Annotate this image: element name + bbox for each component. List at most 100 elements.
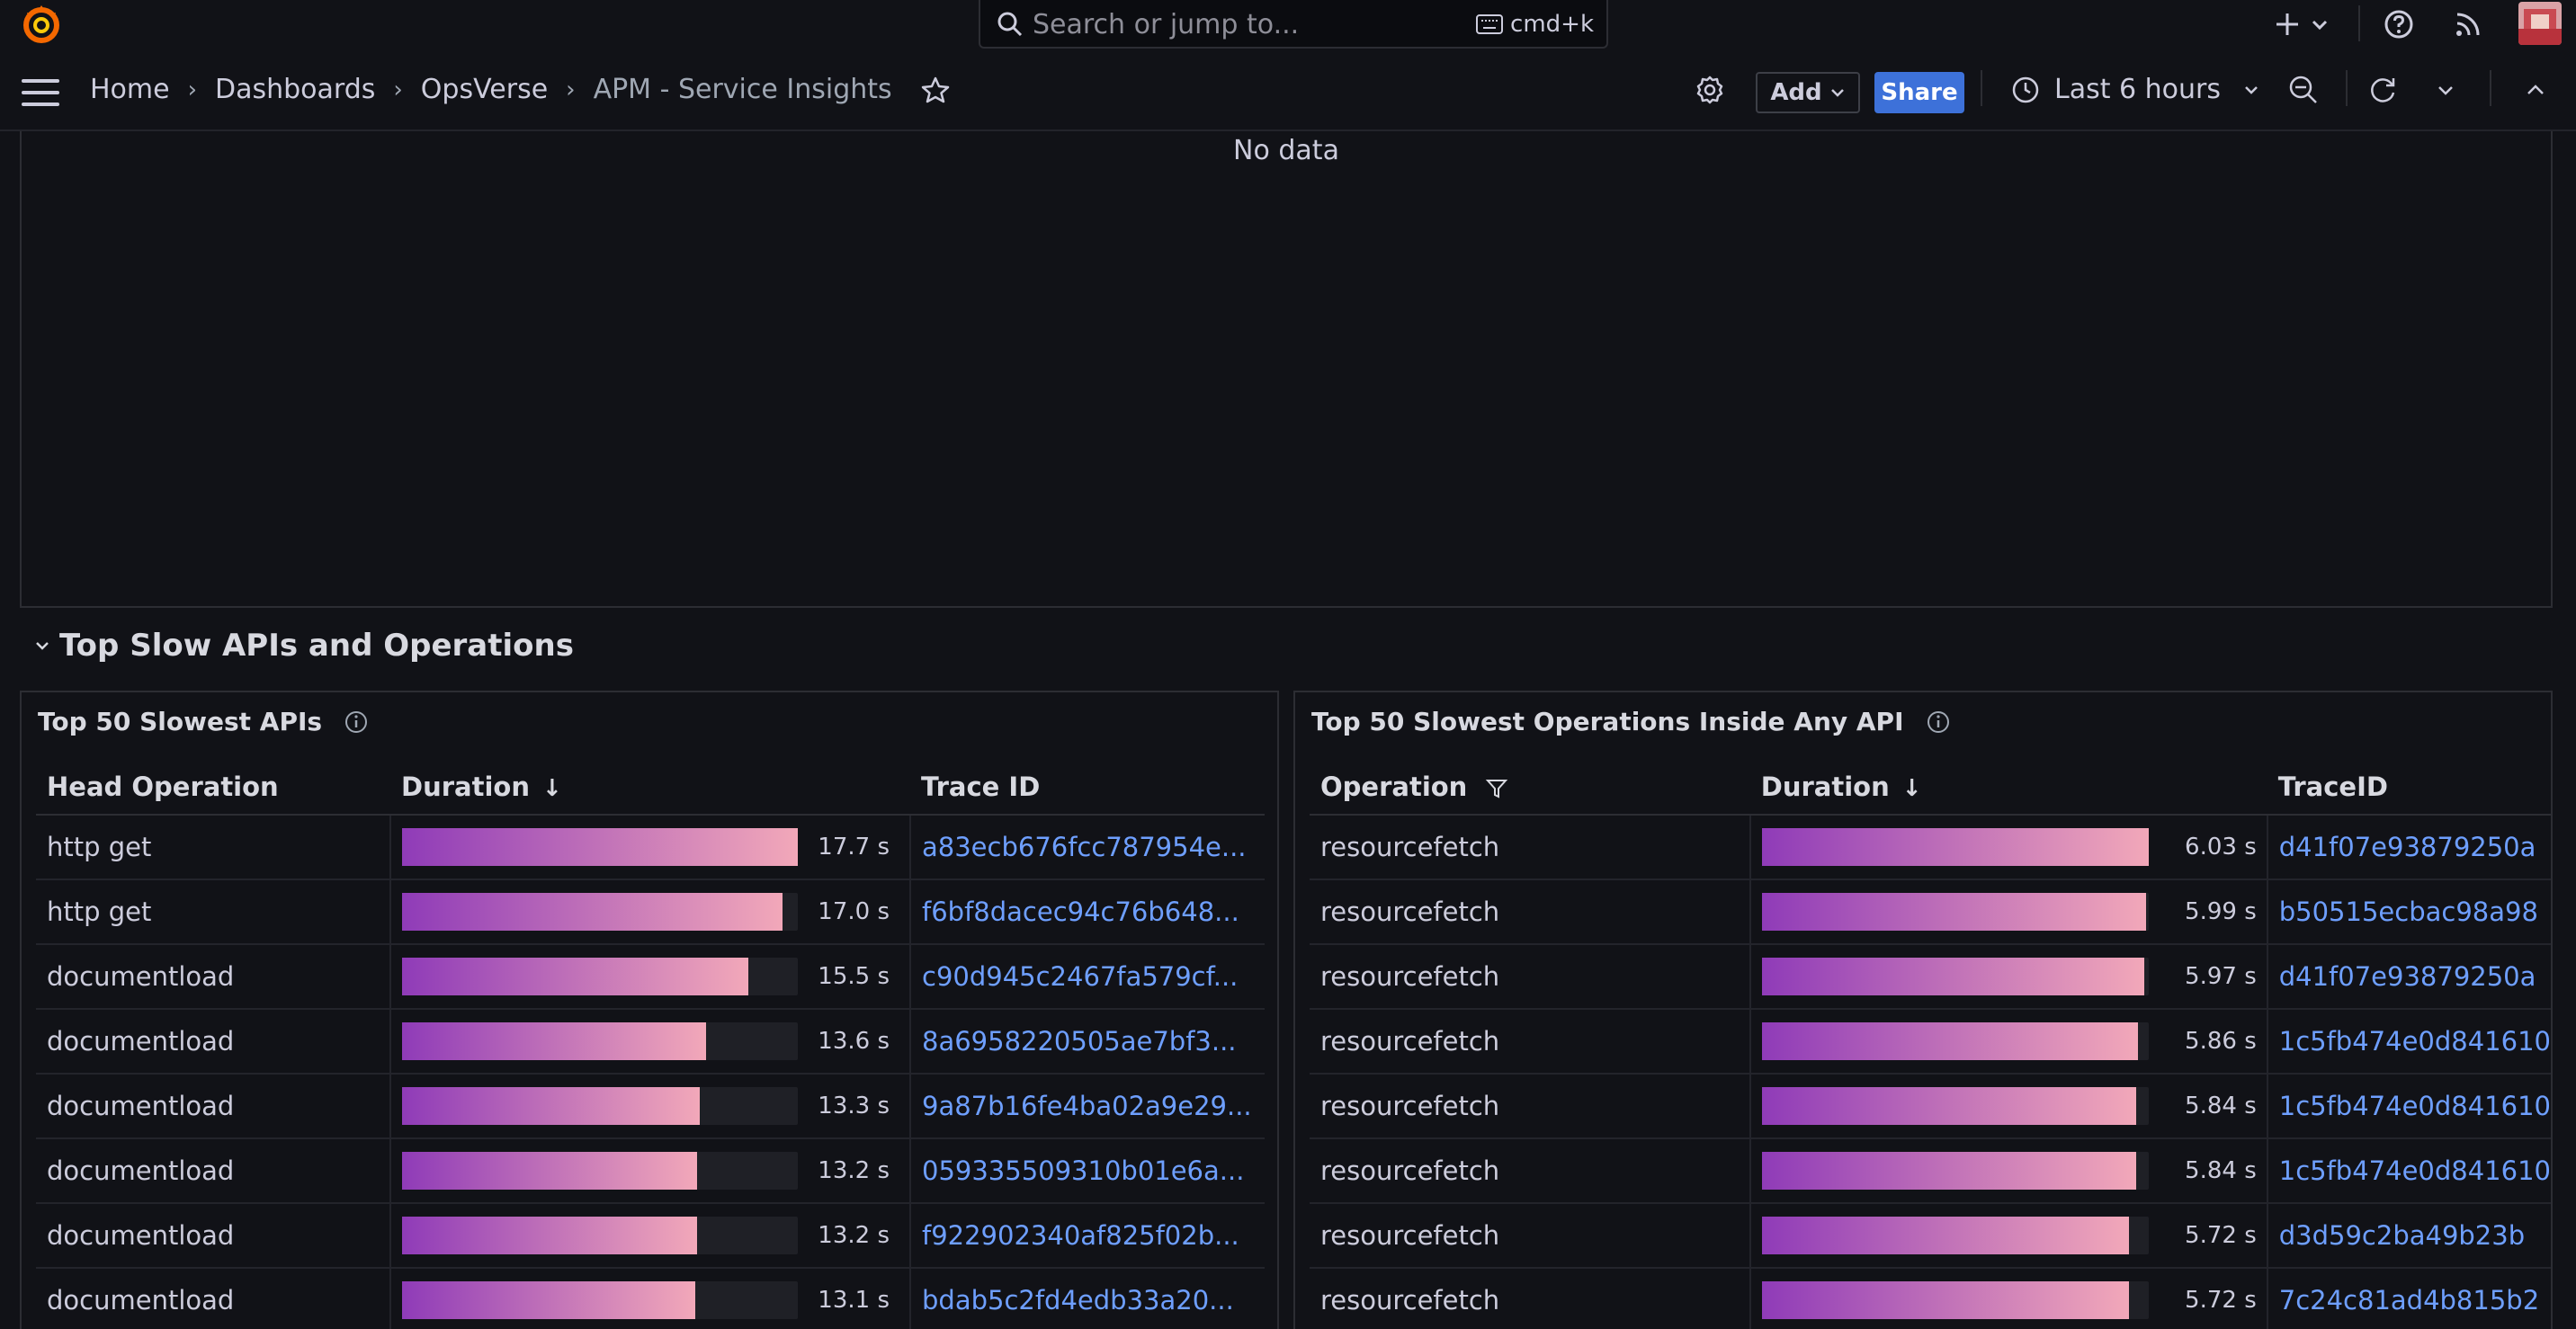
column-header-label: Duration — [1760, 771, 1890, 802]
table-row: resourcefetch 6.03 s d41f07e93879250a — [1310, 815, 2551, 880]
news-button[interactable] — [2454, 0, 2482, 49]
column-header-operation[interactable]: Operation — [1310, 759, 1750, 816]
operation-cell: documentload — [36, 1138, 391, 1204]
table-row: resourcefetch 5.84 s 1c5fb474e0d841610 — [1310, 1138, 2551, 1204]
row-toggle-top-slow-apis[interactable]: Top Slow APIs and Operations — [32, 628, 574, 664]
trace-id-link[interactable]: 9a87b16fe4ba02a9e29... — [922, 1091, 1265, 1121]
trace-id-link[interactable]: 7c24c81ad4b815b2 — [2279, 1285, 2551, 1316]
duration-bar — [402, 1022, 798, 1060]
breadcrumb-folder[interactable]: OpsVerse — [421, 74, 548, 105]
menu-icon[interactable] — [22, 79, 59, 106]
search-placeholder: Search or jump to... — [1033, 9, 1300, 40]
trace-id-link[interactable]: 8a6958220505ae7bf3... — [922, 1026, 1265, 1057]
trace-id-link[interactable]: bdab5c2fd4edb33a20... — [922, 1285, 1265, 1316]
chevron-right-icon: › — [393, 76, 403, 103]
duration-value: 5.72 s — [2185, 1222, 2257, 1249]
search-input[interactable]: Search or jump to... cmd+k — [979, 0, 1608, 49]
duration-value: 6.03 s — [2185, 834, 2257, 861]
divider — [2490, 70, 2491, 106]
column-header-label: TraceID — [2277, 771, 2388, 802]
table-row: documentload 13.2 s f922902340af825f02b... — [36, 1203, 1265, 1269]
operation-cell: http get — [36, 815, 391, 880]
duration-bar — [402, 1217, 798, 1254]
duration-bar — [402, 1087, 798, 1125]
trace-id-cell: 9a87b16fe4ba02a9e29... — [910, 1074, 1265, 1139]
trace-id-link[interactable]: f6bf8dacec94c76b648... — [922, 896, 1265, 927]
sort-desc-icon: ↓ — [541, 774, 562, 802]
trace-id-link[interactable]: b50515ecbac98a98 — [2279, 896, 2551, 927]
column-header-head-operation[interactable]: Head Operation — [36, 759, 390, 816]
duration-value: 15.5 s — [818, 963, 890, 990]
duration-value: 17.7 s — [818, 834, 890, 861]
trace-id-link[interactable]: 1c5fb474e0d841610 — [2279, 1155, 2551, 1186]
refresh-interval-button[interactable] — [2436, 49, 2455, 131]
duration-value: 13.3 s — [818, 1093, 890, 1119]
trace-id-link[interactable]: 059335509310b01e6a... — [922, 1155, 1265, 1186]
operation-cell: http get — [36, 879, 391, 945]
trace-id-cell: c90d945c2467fa579cf... — [910, 944, 1265, 1010]
duration-value: 13.6 s — [818, 1028, 890, 1055]
column-header-trace-id[interactable]: Trace ID — [910, 759, 1265, 816]
trace-id-cell: 8a6958220505ae7bf3... — [910, 1009, 1265, 1075]
avatar[interactable] — [2518, 2, 2562, 45]
operation-name: resourcefetch — [1320, 1091, 1500, 1121]
settings-button[interactable] — [1695, 49, 1725, 131]
table-row: documentload 13.1 s bdab5c2fd4edb33a20... — [36, 1268, 1265, 1329]
trace-id-link[interactable]: d3d59c2ba49b23b — [2279, 1220, 2551, 1251]
column-header-trace-id[interactable]: TraceID — [2267, 759, 2551, 816]
duration-bar-fill — [402, 1087, 700, 1125]
duration-value: 5.86 s — [2185, 1028, 2257, 1055]
duration-cell: 5.86 s — [1749, 1009, 2268, 1075]
duration-bar-fill — [1761, 1022, 2138, 1060]
duration-bar-fill — [1761, 1087, 2137, 1125]
duration-bar — [1761, 893, 2149, 931]
info-icon[interactable] — [344, 709, 369, 735]
duration-bar — [402, 893, 798, 931]
table-row: resourcefetch 5.99 s b50515ecbac98a98 — [1310, 879, 2551, 945]
search-icon — [997, 12, 1023, 37]
zoom-out-icon — [2289, 76, 2317, 103]
trace-id-cell: b50515ecbac98a98 — [2267, 879, 2551, 945]
operation-name: http get — [47, 832, 152, 862]
no-data-message: No data — [1233, 135, 1339, 166]
operation-name: resourcefetch — [1320, 896, 1500, 927]
new-menu-button[interactable] — [2274, 0, 2330, 49]
collapse-button[interactable] — [2524, 49, 2547, 131]
trace-id-link[interactable]: d41f07e93879250a — [2279, 961, 2551, 992]
trace-id-link[interactable]: c90d945c2467fa579cf... — [922, 961, 1265, 992]
breadcrumb-home[interactable]: Home — [90, 74, 170, 105]
trace-id-cell: a83ecb676fcc787954e... — [910, 815, 1265, 880]
help-button[interactable] — [2384, 0, 2414, 49]
trace-id-link[interactable]: a83ecb676fcc787954e... — [922, 832, 1265, 862]
trace-id-cell: d41f07e93879250a — [2267, 944, 2551, 1010]
share-button[interactable]: Share — [1874, 72, 1964, 113]
refresh-button[interactable] — [2367, 49, 2398, 131]
table-row: documentload 15.5 s c90d945c2467fa579cf... — [36, 944, 1265, 1010]
operation-name: documentload — [47, 1220, 235, 1251]
column-header-duration[interactable]: Duration ↓ — [1749, 759, 2267, 816]
trace-id-cell: f922902340af825f02b... — [910, 1203, 1265, 1269]
duration-cell: 13.1 s — [390, 1268, 911, 1329]
duration-bar-fill — [402, 1152, 698, 1190]
trace-id-link[interactable]: 1c5fb474e0d841610 — [2279, 1091, 2551, 1121]
trace-id-link[interactable]: 1c5fb474e0d841610 — [2279, 1026, 2551, 1057]
chevron-down-icon — [2245, 85, 2258, 94]
chevron-down-icon — [36, 642, 49, 650]
breadcrumb-dashboards[interactable]: Dashboards — [215, 74, 375, 105]
chevron-down-icon — [2312, 20, 2328, 31]
duration-bar — [1761, 1217, 2149, 1254]
zoom-out-button[interactable] — [2288, 49, 2319, 131]
table-row: http get 17.0 s f6bf8dacec94c76b648... — [36, 879, 1265, 945]
duration-value: 5.97 s — [2185, 963, 2257, 990]
star-icon[interactable] — [921, 76, 950, 104]
filter-icon[interactable] — [1485, 777, 1508, 800]
trace-id-link[interactable]: f922902340af825f02b... — [922, 1220, 1265, 1251]
add-button[interactable]: Add — [1756, 72, 1860, 113]
info-icon[interactable] — [1926, 709, 1951, 735]
trace-id-link[interactable]: d41f07e93879250a — [2279, 832, 2551, 862]
time-range-picker[interactable]: Last 6 hours — [2011, 74, 2260, 105]
operation-name: resourcefetch — [1320, 1220, 1500, 1251]
chevron-right-icon: › — [566, 76, 576, 103]
column-header-duration[interactable]: Duration ↓ — [390, 759, 910, 816]
grafana-logo-icon[interactable] — [20, 2, 63, 45]
